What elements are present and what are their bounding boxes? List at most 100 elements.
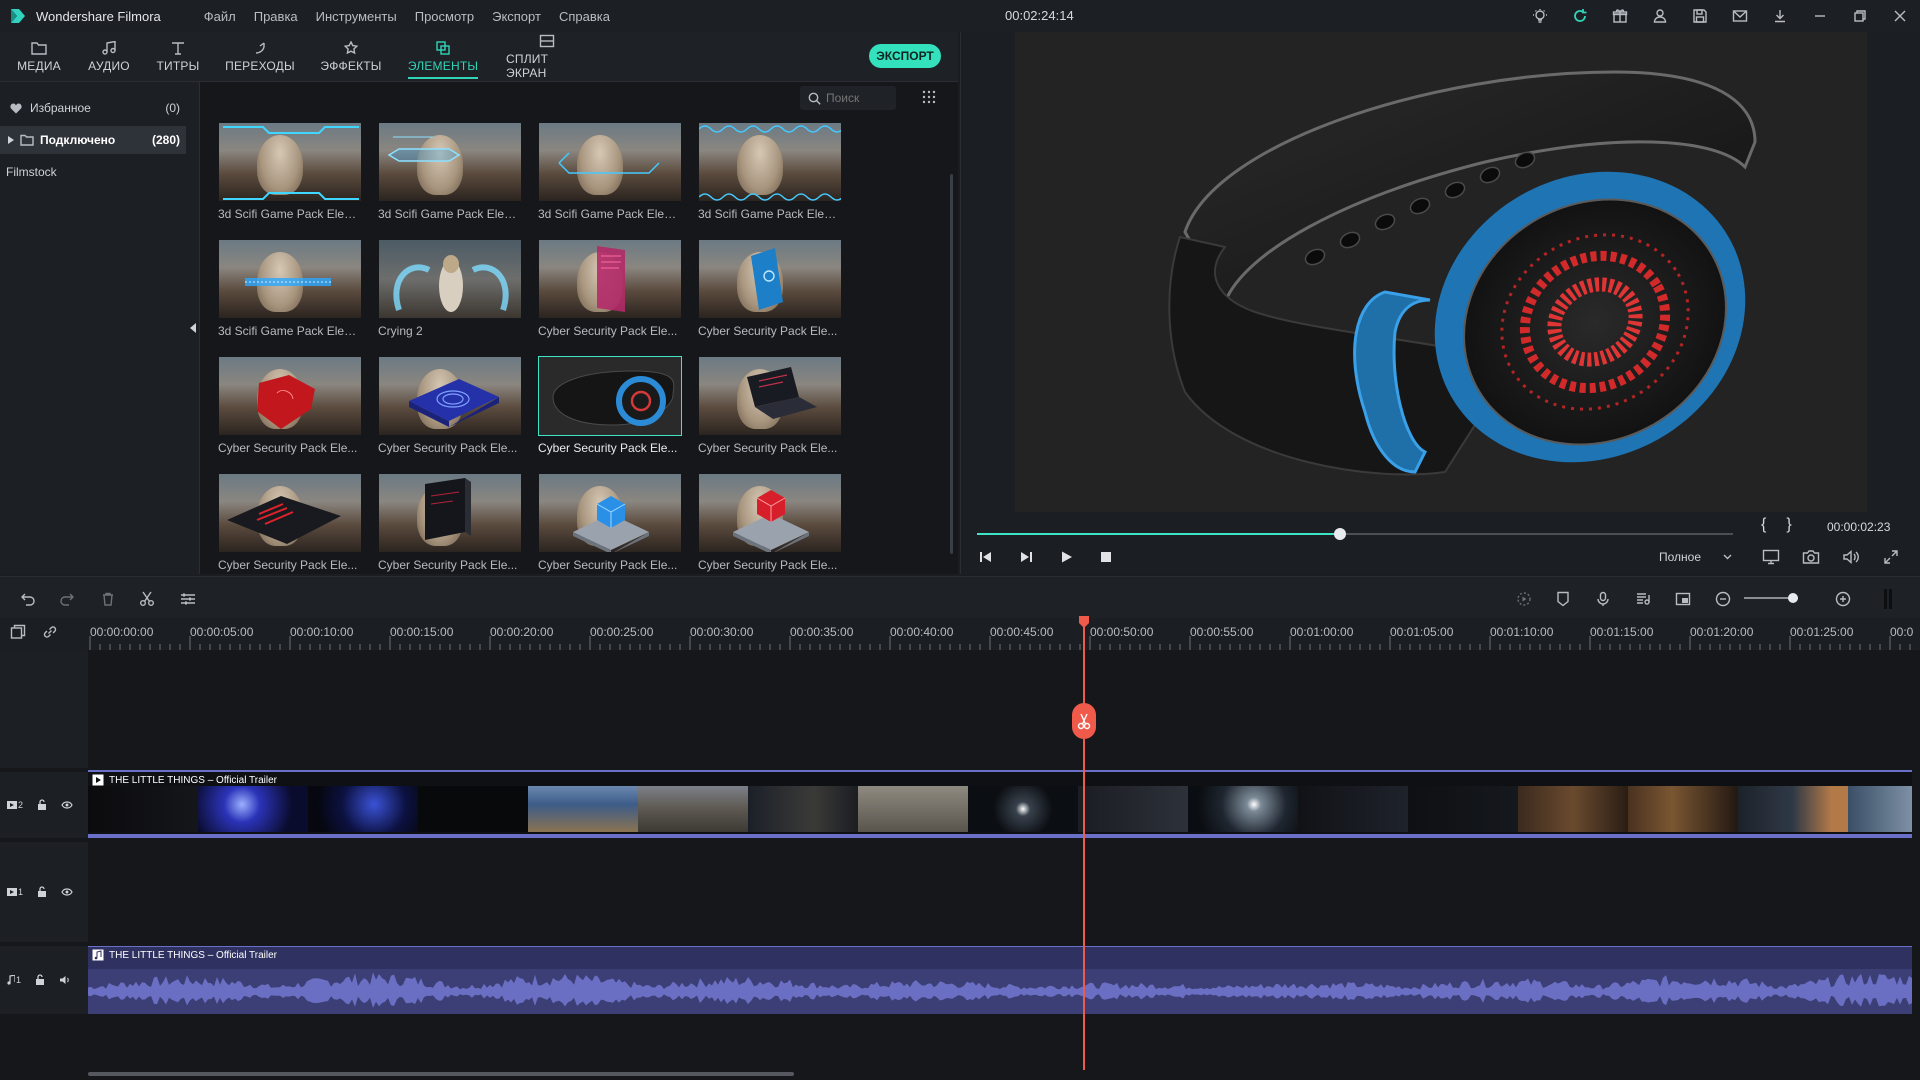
element-tile[interactable]: Cyber Security Pack Ele... — [378, 473, 522, 578]
microphone-icon[interactable] — [1593, 589, 1613, 609]
element-tile[interactable]: Crying 2 — [378, 239, 522, 344]
element-tile[interactable]: 3d Scifi Game Pack Elem... — [218, 239, 362, 344]
speaker-icon[interactable] — [59, 975, 71, 985]
menu-export[interactable]: Экспорт — [483, 9, 550, 24]
tab-split-screen[interactable]: СПЛИТ ЭКРАН — [506, 32, 588, 82]
user-icon[interactable] — [1640, 0, 1680, 32]
lightbulb-icon[interactable] — [1520, 0, 1560, 32]
mail-icon[interactable] — [1720, 0, 1760, 32]
fullscreen-icon[interactable] — [1881, 548, 1901, 566]
mark-out-button[interactable]: } — [1776, 516, 1801, 533]
panel-toggle-icon[interactable] — [1878, 589, 1898, 609]
element-tile[interactable]: 3d Scifi Game Pack Elem... — [378, 122, 522, 227]
element-tile[interactable]: 3d Scifi Game Pack Elem... — [538, 122, 682, 227]
element-tile[interactable]: Cyber Security Pack Ele... — [218, 356, 362, 461]
restore-icon[interactable] — [1840, 0, 1880, 32]
lock-icon[interactable] — [37, 886, 47, 898]
marker-icon[interactable] — [1553, 589, 1573, 609]
element-tile[interactable]: Cyber Security Pack Ele... — [698, 473, 842, 578]
element-tile[interactable]: Cyber Security Pack Ele... — [698, 239, 842, 344]
scrubber-handle[interactable] — [1333, 528, 1346, 540]
tab-elements[interactable]: ЭЛЕМЕНТЫ — [408, 32, 478, 82]
timeline-ruler[interactable]: 00:00:00:00 00:00:05:00 00:00:10:00 00:00:1… — [0, 618, 1920, 650]
tab-effects[interactable]: ЭФФЕКТЫ — [318, 32, 384, 82]
video-clip[interactable]: THE LITTLE THINGS – Official Trailer — [88, 770, 1912, 838]
undo-icon[interactable] — [18, 589, 38, 609]
cut-icon[interactable] — [137, 589, 157, 609]
search-input[interactable] — [826, 91, 888, 105]
pip-icon[interactable] — [1673, 589, 1693, 609]
mark-in-button[interactable]: { — [1751, 516, 1776, 533]
playhead[interactable] — [1083, 618, 1085, 1070]
eye-icon[interactable] — [61, 888, 73, 896]
playback-quality-select[interactable]: Полное — [1653, 547, 1737, 567]
tab-titles[interactable]: ТИТРЫ — [154, 32, 202, 82]
sidebar-item-filmstock[interactable]: Filmstock — [0, 158, 186, 186]
element-tile[interactable]: Cyber Security Pack Ele... — [538, 239, 682, 344]
tab-audio[interactable]: АУДИО — [86, 32, 132, 82]
element-tile[interactable]: Cyber Security Pack Ele... — [218, 473, 362, 578]
download-icon[interactable] — [1760, 0, 1800, 32]
timeline-zoom-slider[interactable] — [1744, 593, 1798, 603]
element-tile[interactable]: Cyber Security Pack Ele... — [378, 356, 522, 461]
ruler-label: 00:00:05:00 — [190, 625, 254, 639]
mark-in-out: {} — [1751, 516, 1802, 534]
volume-icon[interactable] — [1841, 548, 1861, 566]
tab-transitions[interactable]: ПЕРЕХОДЫ — [224, 32, 296, 82]
export-button[interactable]: ЭКСПОРТ — [869, 44, 941, 68]
voiceover-icon[interactable] — [1633, 589, 1653, 609]
refresh-icon[interactable] — [1560, 0, 1600, 32]
search-box[interactable] — [800, 86, 896, 110]
menu-edit[interactable]: Правка — [245, 9, 307, 24]
lock-icon[interactable] — [35, 974, 45, 986]
ruler-label: 00:00:30:00 — [690, 625, 754, 639]
timeline-horizontal-scrollbar[interactable] — [88, 1072, 794, 1076]
zoom-out-icon[interactable] — [1713, 589, 1733, 609]
zoom-slider-handle[interactable] — [1788, 593, 1798, 603]
lock-icon[interactable] — [37, 799, 47, 811]
element-thumbnail — [378, 473, 522, 553]
element-tile[interactable]: 3d Scifi Game Pack Elem... — [698, 122, 842, 227]
audio-clip[interactable]: THE LITTLE THINGS – Official Trailer — [88, 946, 1912, 1014]
delete-icon[interactable] — [98, 589, 118, 609]
grid-scrollbar[interactable] — [950, 174, 953, 554]
stop-icon[interactable] — [1097, 548, 1115, 566]
step-forward-icon[interactable] — [1017, 548, 1035, 566]
step-back-icon[interactable] — [977, 548, 995, 566]
gift-icon[interactable] — [1600, 0, 1640, 32]
adjust-icon[interactable] — [178, 589, 198, 609]
tab-media[interactable]: МЕДИА — [14, 32, 64, 82]
playhead-handle[interactable] — [1078, 616, 1090, 628]
collapse-panel-icon[interactable] — [189, 322, 197, 334]
snapshot-icon[interactable] — [1801, 548, 1821, 566]
sidebar-item-favorites[interactable]: Избранное (0) — [0, 94, 186, 122]
menu-view[interactable]: Просмотр — [406, 9, 483, 24]
clip-audio-icon — [92, 949, 104, 961]
zoom-in-icon[interactable] — [1833, 589, 1853, 609]
save-icon[interactable] — [1680, 0, 1720, 32]
element-thumbnail — [538, 356, 682, 436]
tab-label: ЭЛЕМЕНТЫ — [407, 59, 479, 73]
element-thumbnail — [538, 473, 682, 553]
render-icon[interactable] — [1514, 589, 1534, 609]
redo-icon[interactable] — [57, 589, 77, 609]
element-tile[interactable]: 3d Scifi Game Pack Elem... — [218, 122, 362, 227]
track-number: 2 — [18, 800, 24, 810]
split-button[interactable] — [1072, 703, 1096, 739]
menu-file[interactable]: Файл — [195, 9, 245, 24]
menu-help[interactable]: Справка — [550, 9, 619, 24]
monitor-icon[interactable] — [1761, 548, 1781, 566]
eye-icon[interactable] — [61, 801, 73, 809]
element-tile-selected[interactable]: Cyber Security Pack Ele... — [538, 356, 682, 461]
preview-scrubber[interactable] — [977, 526, 1733, 542]
minimize-icon[interactable] — [1800, 0, 1840, 32]
preview-viewer[interactable] — [1015, 32, 1867, 512]
sidebar-item-connected[interactable]: Подключено (280) — [0, 126, 186, 154]
element-tile[interactable]: Cyber Security Pack Ele... — [698, 356, 842, 461]
menu-tools[interactable]: Инструменты — [307, 9, 406, 24]
grid-view-icon[interactable] — [922, 90, 936, 104]
play-icon[interactable] — [1057, 548, 1075, 566]
split-screen-icon — [539, 34, 555, 48]
close-icon[interactable] — [1880, 0, 1920, 32]
element-tile[interactable]: Cyber Security Pack Ele... — [538, 473, 682, 578]
